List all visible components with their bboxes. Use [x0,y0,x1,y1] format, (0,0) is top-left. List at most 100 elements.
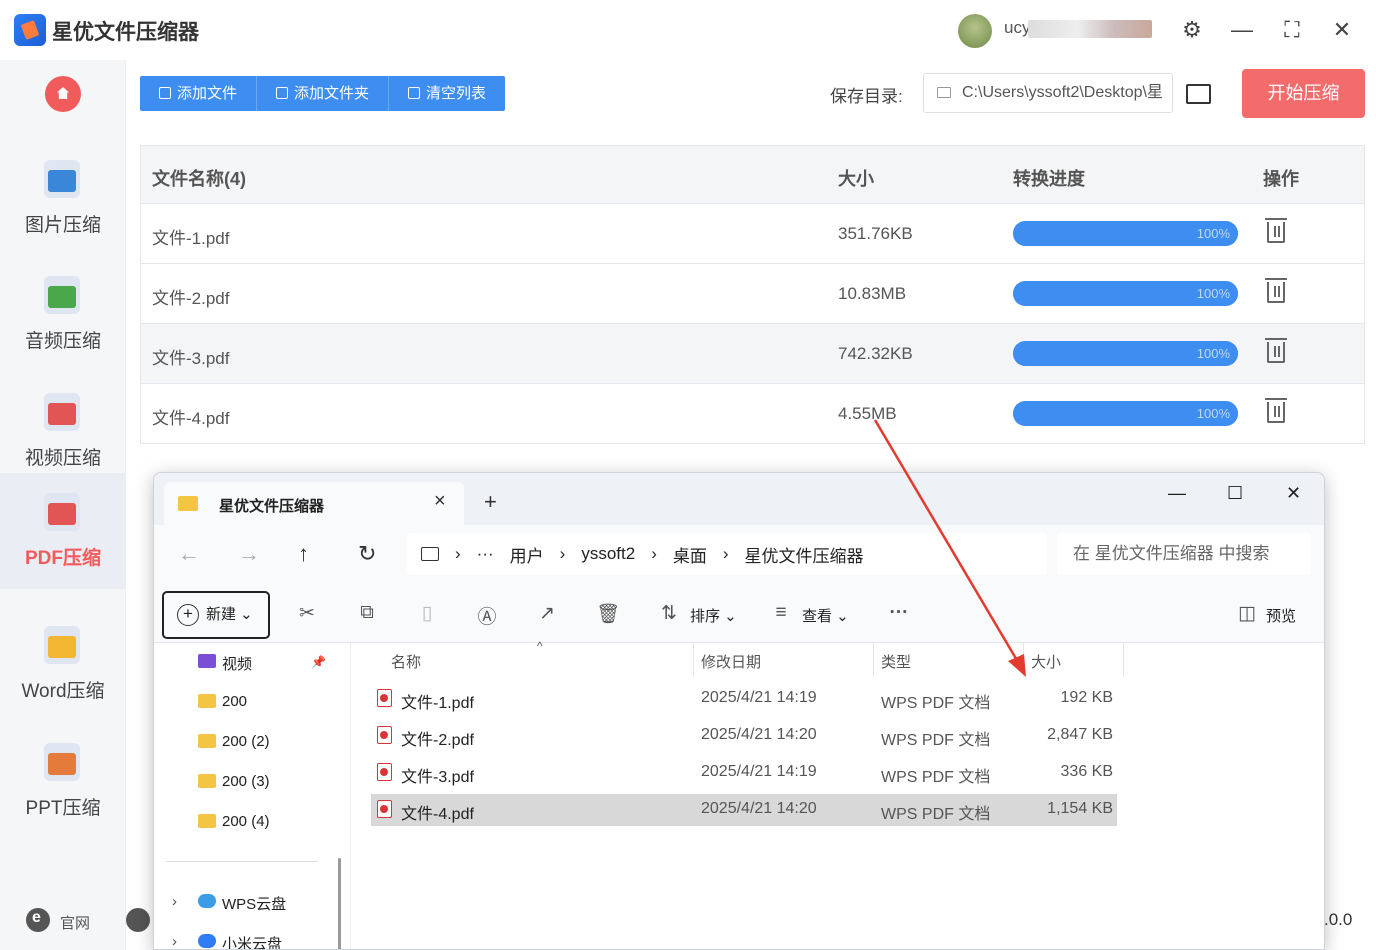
file-type: WPS PDF 文档 [881,732,991,749]
file-size: 4.55MB [838,404,897,423]
list-item[interactable]: 文件-1.pdf 2025/4/21 14:19 WPS PDF 文档 192 KB [371,683,1117,715]
file-date: 2025/4/21 14:19 [701,763,817,780]
open-folder-icon[interactable] [1186,84,1211,104]
sidebar-item-audio[interactable]: 音频压缩 [0,256,126,372]
up-icon[interactable]: ↑ [298,541,309,567]
cloud-icon [198,934,216,948]
nav-scrollbar[interactable] [338,858,341,949]
refresh-icon[interactable]: ↻ [358,541,376,567]
sidebar-item-word[interactable]: Word压缩 [0,606,126,722]
nav-item-folder[interactable]: 200 (4) [154,803,349,843]
avatar[interactable] [958,14,992,48]
file-date: 2025/4/21 14:20 [701,726,817,743]
col-header-size[interactable]: 大小 [1031,651,1061,672]
table-row[interactable]: 文件-3.pdf 742.32KB 100% [141,324,1364,384]
start-compress-button[interactable]: 开始压缩 [1242,69,1365,118]
new-tab-icon[interactable]: + [484,489,497,515]
close-tab-icon[interactable]: × [434,490,446,513]
sidebar-item-ppt[interactable]: PPT压缩 [0,723,126,839]
sidebar-item-video[interactable]: 视频压缩 [0,373,126,489]
explorer-tab-title: 星优文件压缩器 [219,498,325,515]
forward-icon[interactable]: → [238,541,260,567]
ellipsis-icon[interactable]: ··· [477,544,494,564]
more-icon[interactable]: ··· [888,602,910,624]
nav-item-wps-cloud[interactable]: › WPS云盘 [154,883,349,923]
table-row[interactable]: 文件-4.pdf 4.55MB 100% [141,384,1364,444]
share-icon[interactable]: ↗ [536,602,558,624]
website-link[interactable]: 官网 [60,912,90,933]
breadcrumb-item[interactable]: yssoft2 [581,544,635,564]
breadcrumb[interactable]: › ··· 用户 › yssoft2 › 桌面 › 星优文件压缩器 [407,533,1047,575]
breadcrumb-item[interactable]: 星优文件压缩器 [745,542,864,567]
website-icon[interactable] [26,908,50,932]
col-header-name[interactable]: 名称 [391,651,421,672]
column-separator[interactable] [1023,643,1024,677]
chevron-right-icon[interactable]: › [172,893,177,910]
file-name: 文件-3.pdf [152,349,230,368]
explorer-close-button[interactable]: ✕ [1286,483,1301,504]
nav-item-folder[interactable]: 200 (2) [154,723,349,763]
copy-icon[interactable]: ⧉ [356,602,378,624]
minimize-button[interactable]: — [1228,16,1256,44]
add-folder-button[interactable]: 添加文件夹 [257,76,390,111]
file-type: WPS PDF 文档 [881,806,991,823]
chevron-right-icon[interactable]: › [172,933,177,949]
breadcrumb-item[interactable]: 用户 [510,542,544,567]
delete-icon[interactable] [1265,398,1287,423]
nav-item-video[interactable]: 视频 📌 [154,643,349,683]
explorer-tab-bar: 星优文件压缩器 × + — ☐ ✕ [154,473,1324,525]
chevron-right-icon: › [651,544,657,563]
maximize-button[interactable]: ⛶ [1278,16,1306,44]
table-row[interactable]: 文件-2.pdf 10.83MB 100% [141,264,1364,324]
column-separator[interactable] [873,643,874,677]
file-type: WPS PDF 文档 [881,695,991,712]
col-header-date[interactable]: 修改日期 [701,651,761,672]
close-button[interactable]: ✕ [1328,16,1356,44]
chat-icon[interactable] [126,908,150,932]
preview-button[interactable]: 预览 [1266,605,1296,626]
explorer-tab[interactable]: 星优文件压缩器 × [164,482,464,525]
save-dir-input[interactable]: C:\Users\yssoft2\Desktop\星 [923,73,1173,113]
breadcrumb-item[interactable]: 桌面 [673,542,707,567]
explorer-maximize-button[interactable]: ☐ [1227,483,1243,504]
explorer-minimize-button[interactable]: — [1168,483,1186,504]
sidebar-item-image[interactable]: 图片压缩 [0,140,126,256]
sort-icon[interactable]: ⇅ [658,602,680,624]
nav-item-folder[interactable]: 200 (3) [154,763,349,803]
view-icon[interactable]: ≡ [770,602,792,624]
table-row[interactable]: 文件-1.pdf 351.76KB 100% [141,204,1364,264]
file-size: 192 KB [1060,689,1113,706]
delete-icon[interactable] [1265,218,1287,243]
progress-bar: 100% [1013,221,1238,246]
file-name: 文件-3.pdf [401,769,474,786]
cut-icon[interactable]: ✂ [296,602,318,624]
new-button[interactable]: 新建 ⌄ [162,591,270,639]
delete-icon[interactable] [1265,278,1287,303]
settings-icon[interactable]: ⚙ [1178,16,1206,44]
table-header: 文件名称(4) 大小 转换进度 操作 [141,146,1364,204]
column-separator[interactable] [1123,643,1124,677]
progress-label: 100% [1196,286,1230,301]
col-header-type[interactable]: 类型 [881,651,911,672]
delete-icon[interactable] [1265,338,1287,363]
clear-list-button[interactable]: 清空列表 [389,76,505,111]
list-item[interactable]: 文件-2.pdf 2025/4/21 14:20 WPS PDF 文档 2,847 K… [371,720,1117,752]
rename-icon[interactable]: Ⓐ [476,602,498,628]
add-file-button[interactable]: 添加文件 [140,76,258,111]
paste-icon[interactable]: ▯ [416,602,438,624]
home-icon[interactable] [45,76,81,112]
sort-button[interactable]: 排序 ⌄ [690,605,737,626]
sidebar-item-pdf[interactable]: PDF压缩 [0,473,126,589]
progress-label: 100% [1196,406,1230,421]
nav-item-mi-cloud[interactable]: › 小米云盘 [154,923,349,949]
view-button[interactable]: 查看 ⌄ [802,605,849,626]
list-item[interactable]: 文件-3.pdf 2025/4/21 14:19 WPS PDF 文档 336 KB [371,757,1117,789]
preview-icon[interactable]: ◫ [1236,602,1258,624]
column-separator[interactable] [693,643,694,677]
delete-icon[interactable]: 🗑 [596,602,620,625]
back-icon[interactable]: ← [178,541,200,567]
nav-item-folder[interactable]: 200 [154,683,349,723]
list-item[interactable]: 文件-4.pdf 2025/4/21 14:20 WPS PDF 文档 1,154 K… [371,794,1117,826]
search-input[interactable]: 在 星优文件压缩器 中搜索 [1057,533,1311,575]
nav-divider [166,861,318,862]
